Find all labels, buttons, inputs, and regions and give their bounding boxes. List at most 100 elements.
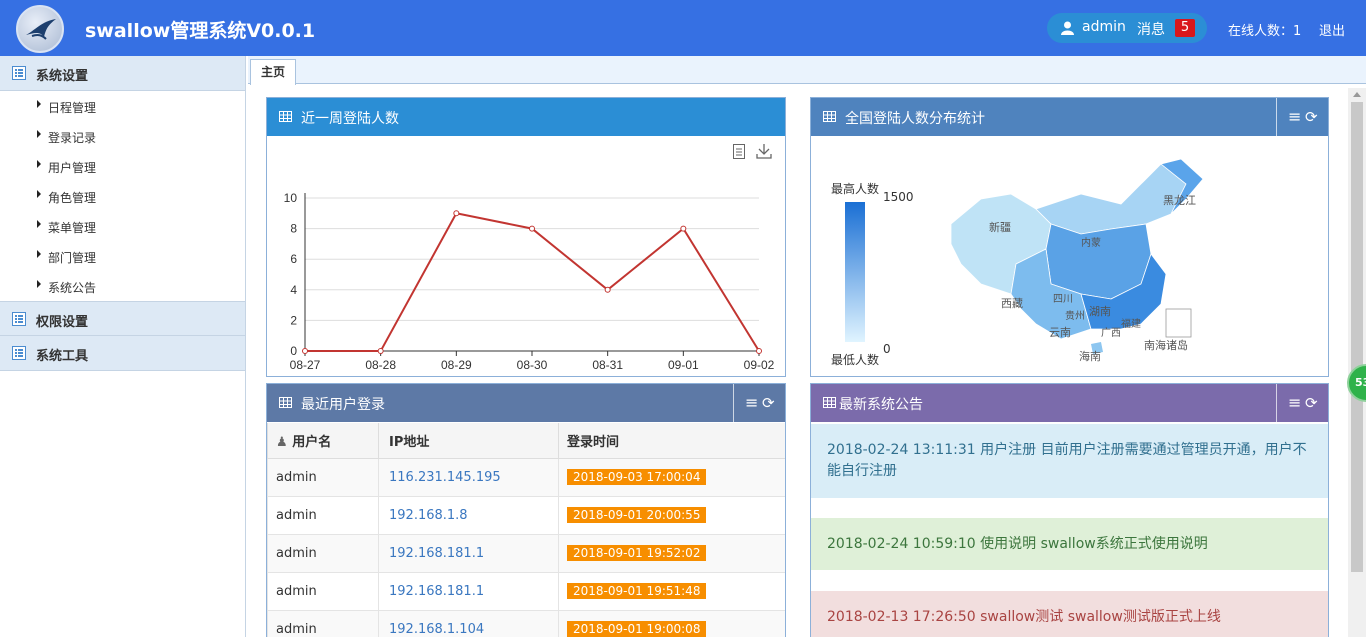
table-row[interactable]: admin 192.168.181.1 2018-09-01 19:52:02: [267, 533, 785, 573]
y-tick-label: 2: [290, 313, 297, 327]
panel-notices: 最新系统公告 ≡ ⟳ 2018-02-24 13:11:31 用户注册 目前用户…: [810, 383, 1329, 637]
sidebar-item-schedule[interactable]: 日程管理: [0, 91, 245, 121]
data-point: [453, 210, 460, 217]
data-point: [302, 348, 308, 354]
caret-right-icon: [37, 220, 41, 228]
download-icon[interactable]: [756, 144, 772, 159]
table-icon: [823, 111, 836, 122]
cell-username: admin: [267, 609, 379, 637]
sidebar-item-roles[interactable]: 角色管理: [0, 181, 245, 211]
cell-time-badge: 2018-09-01 19:51:48: [567, 583, 707, 599]
app-title: swallow管理系统V0.0.1: [85, 20, 316, 42]
tab-home[interactable]: 主页: [250, 59, 296, 85]
cell-username: admin: [267, 571, 379, 611]
table-icon: [823, 397, 836, 408]
user-menu[interactable]: admin 消息 5: [1047, 13, 1207, 43]
scroll-thumb[interactable]: [1351, 102, 1363, 572]
notice-item[interactable]: 2018-02-24 13:11:31 用户注册 目前用户注册需要通过管理员开通…: [811, 424, 1328, 498]
map-nanhai-inset: [1165, 308, 1192, 338]
cell-username: admin: [267, 495, 379, 535]
sidebar-item-login-records[interactable]: 登录记录: [0, 121, 245, 151]
cell-username: admin: [267, 533, 379, 573]
panel-tools: ≡ ⟳: [1276, 384, 1328, 422]
x-tick-label: 08-29: [441, 358, 472, 372]
logout-link[interactable]: 退出: [1319, 20, 1345, 39]
caret-right-icon: [37, 160, 41, 168]
x-tick-label: 09-02: [744, 358, 775, 372]
sidebar-group-label: 权限设置: [36, 315, 89, 330]
table-row[interactable]: admin 192.168.181.1 2018-09-01 19:51:48: [267, 571, 785, 611]
map-label-fujian: 福建: [1121, 317, 1141, 330]
data-view-icon[interactable]: [733, 144, 745, 159]
map-label-guangxi: 广西: [1101, 327, 1121, 339]
panel-tools: ≡ ⟳: [1276, 98, 1328, 136]
legend-min-value: 0: [883, 342, 891, 356]
sidebar-group-system-settings[interactable]: 系统设置: [0, 56, 245, 91]
caret-right-icon: [37, 190, 41, 198]
username[interactable]: admin: [1082, 19, 1126, 35]
map-label-hainan: 海南: [1079, 349, 1101, 363]
y-tick-label: 6: [290, 252, 297, 266]
map-label-heilongjiang: 黑龙江: [1163, 194, 1196, 207]
sidebar-item-label: 菜单管理: [48, 221, 97, 235]
table-icon: [279, 397, 292, 408]
notice-item[interactable]: 2018-02-13 17:26:50 swallow测试 swallow测试版…: [811, 591, 1328, 637]
sidebar-item-announcements[interactable]: 系统公告: [0, 271, 245, 301]
column-header-username[interactable]: ♟ 用户名: [267, 423, 379, 459]
cell-time-badge: 2018-09-03 17:00:04: [567, 469, 707, 485]
map-label-guizhou: 贵州: [1065, 309, 1085, 322]
vertical-scrollbar[interactable]: [1348, 88, 1366, 637]
column-header-time[interactable]: 登录时间: [558, 423, 785, 459]
messages-link[interactable]: 消息: [1137, 19, 1165, 39]
cell-ip: 192.168.181.1: [378, 571, 559, 611]
data-point: [756, 348, 762, 354]
top-header: swallow管理系统V0.0.1 admin 消息 5 在线人数：1 退出: [0, 0, 1366, 56]
menu-icon[interactable]: ≡: [1288, 109, 1301, 125]
message-count-badge: 5: [1175, 19, 1195, 37]
table-row[interactable]: admin 192.168.1.104 2018-09-01 19:00:08: [267, 609, 785, 637]
sidebar-group-label: 系统设置: [36, 69, 89, 84]
sidebar-item-label: 登录记录: [48, 131, 97, 145]
x-tick-label: 08-28: [365, 358, 396, 372]
user-icon: [1061, 21, 1074, 35]
panel-title: 全国登陆人数分布统计: [845, 111, 985, 127]
sidebar-item-menus[interactable]: 菜单管理: [0, 211, 245, 241]
series-line: [305, 212, 760, 352]
panel-recent-logins: 最近用户登录 ≡ ⟳ ♟ 用户名 IP地址 登录时间 admin 116.231.…: [266, 383, 786, 637]
login-table: ♟ 用户名 IP地址 登录时间 admin 116.231.145.195 2018…: [267, 423, 785, 637]
panel-header: 最近用户登录 ≡ ⟳: [267, 384, 785, 422]
scroll-up-arrow-icon[interactable]: [1353, 92, 1361, 97]
refresh-icon[interactable]: ⟳: [762, 394, 775, 412]
y-tick-label: 0: [290, 344, 297, 358]
sidebar-item-label: 部门管理: [48, 251, 97, 265]
line-chart: 0 2 4 6 8 10 08-27 08-28 08-29 08-30 08-31 09-01 09-…: [284, 144, 775, 372]
sidebar-group-permissions[interactable]: 权限设置: [0, 301, 245, 336]
legend-gradient[interactable]: [845, 202, 865, 342]
table-row[interactable]: admin 192.168.1.8 2018-09-01 20:00:55: [267, 495, 785, 535]
y-tick-label: 8: [290, 222, 297, 236]
caret-right-icon: [37, 280, 41, 288]
notice-item[interactable]: 2018-02-24 10:59:10 使用说明 swallow系统正式使用说明: [811, 518, 1328, 570]
refresh-icon[interactable]: ⟳: [1305, 108, 1318, 126]
x-tick-label: 08-31: [592, 358, 623, 372]
x-tick-label: 08-27: [290, 358, 321, 372]
menu-icon[interactable]: ≡: [745, 395, 758, 411]
x-tick-label: 08-30: [517, 358, 548, 372]
sidebar-item-users[interactable]: 用户管理: [0, 151, 245, 181]
legend-max-value: 1500: [883, 190, 914, 204]
sidebar-item-departments[interactable]: 部门管理: [0, 241, 245, 271]
refresh-icon[interactable]: ⟳: [1305, 394, 1318, 412]
data-point: [377, 348, 384, 354]
panel-week-logins: 近一周登陆人数 0 2 4 6 8 10 08-27 08-28 08-29 08-30 08-31…: [266, 97, 786, 377]
panel-header: 全国登陆人数分布统计 ≡ ⟳: [811, 98, 1328, 136]
table-row[interactable]: admin 116.231.145.195 2018-09-03 17:00:04: [267, 457, 785, 497]
menu-icon[interactable]: ≡: [1288, 395, 1301, 411]
cell-username: admin: [267, 457, 379, 497]
column-header-ip[interactable]: IP地址: [378, 423, 559, 459]
map-label-xinjiang: 新疆: [989, 220, 1011, 234]
sidebar-group-tools[interactable]: 系统工具: [0, 336, 245, 371]
china-map[interactable]: 新疆 内蒙 黑龙江 西藏 四川 贵州 湖南 福建 云南 广西 海南 南海诸岛: [941, 154, 1211, 364]
list-icon: [12, 312, 26, 326]
panel-tools: ≡ ⟳: [733, 384, 785, 422]
panel-header: 最新系统公告 ≡ ⟳: [811, 384, 1328, 422]
